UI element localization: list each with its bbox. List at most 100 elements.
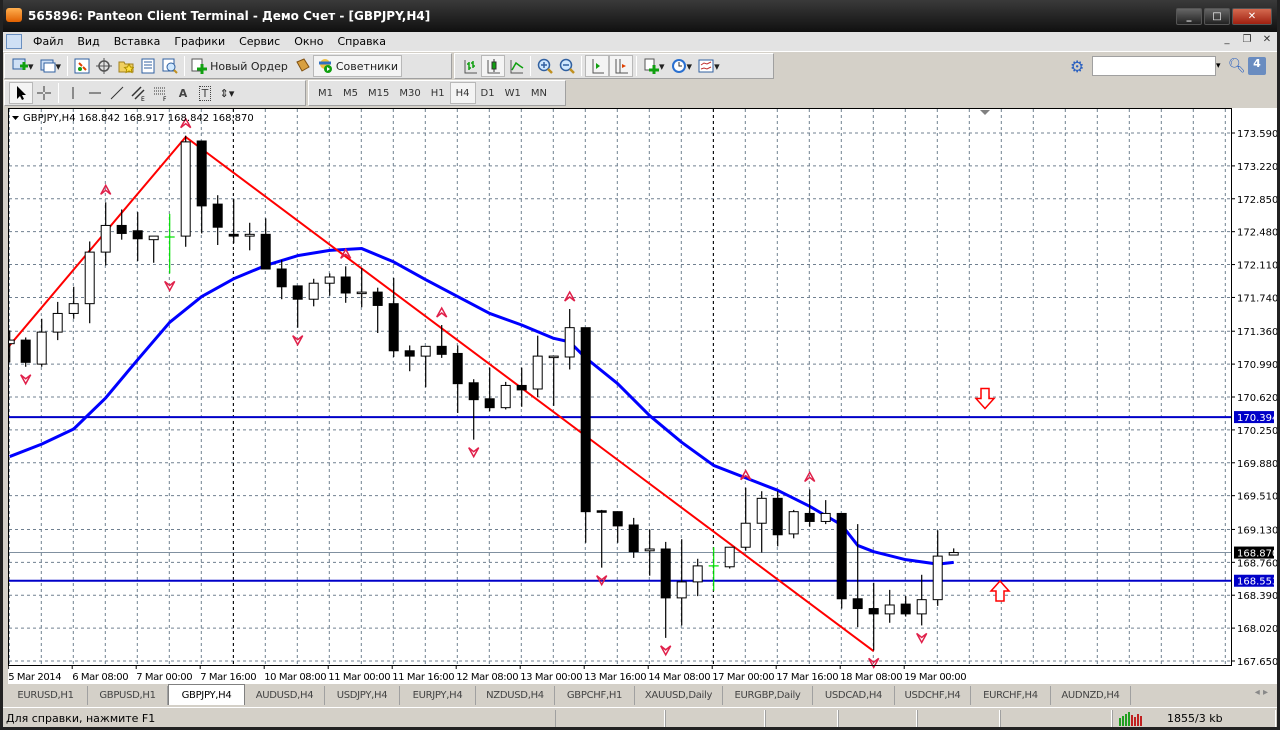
candle-body (820, 512, 831, 522)
chart-tab[interactable]: USDCAD,H4 (813, 686, 895, 705)
expert-advisors-button[interactable]: Советники (312, 55, 403, 77)
price-tick-label: 172.480 (1237, 228, 1278, 239)
candle-body (804, 512, 815, 522)
mdi-restore-icon[interactable]: ❐ (1240, 34, 1254, 48)
candle (788, 509, 799, 539)
menu-insert[interactable]: Вставка (107, 35, 168, 48)
text-label-button[interactable]: T (194, 82, 216, 104)
chart-shift-button[interactable] (609, 55, 633, 77)
menu-help[interactable]: Справка (330, 35, 392, 48)
minimize-button[interactable]: _ (1176, 8, 1202, 25)
period-h1[interactable]: H1 (426, 82, 450, 104)
templates-button[interactable]: ▾ (695, 55, 723, 77)
chart-tab[interactable]: USDJPY,H4 (325, 686, 400, 705)
period-m5[interactable]: M5 (338, 82, 363, 104)
candle-body (836, 512, 847, 600)
zoom-in-icon (537, 58, 553, 74)
vertical-line-button[interactable] (62, 82, 84, 104)
arrows-icon: ⇕▾ (219, 86, 235, 100)
period-m15[interactable]: M15 (363, 82, 394, 104)
zoom-out-icon (559, 58, 575, 74)
chart-tab[interactable]: GBPUSD,H1 (88, 686, 168, 705)
profiles-button[interactable]: ▾ (37, 55, 65, 77)
tab-scroll-arrows-icon[interactable]: ◂ ▸ (1255, 687, 1268, 698)
period-m30[interactable]: M30 (394, 82, 425, 104)
period-h4[interactable]: H4 (449, 82, 476, 104)
menu-charts[interactable]: Графики (167, 35, 232, 48)
chart-tab[interactable]: XAUUSD,Daily (635, 686, 723, 705)
settings-gear-icon[interactable]: ⚙ (1070, 57, 1092, 76)
new-chart-button[interactable]: ▾ (9, 55, 37, 77)
line-chart-button[interactable] (505, 55, 527, 77)
trendline-button[interactable] (106, 82, 128, 104)
chart-tab[interactable]: AUDUSD,H4 (245, 686, 325, 705)
menu-window[interactable]: Окно (287, 35, 330, 48)
candlestick-chart-button[interactable] (481, 55, 505, 77)
status-help: Для справки, нажмите F1 (6, 712, 156, 725)
candle-body (372, 291, 383, 306)
price-tag: 168.870 (1237, 549, 1278, 560)
chart-tab[interactable]: USDCHF,H4 (895, 686, 971, 705)
menu-view[interactable]: Вид (70, 35, 106, 48)
mdi-close-icon[interactable]: ✕ (1260, 34, 1274, 48)
menu-tools[interactable]: Сервис (232, 35, 287, 48)
candle (836, 512, 847, 609)
new-order-button[interactable]: Новый Ордер (188, 55, 291, 77)
candle-body (388, 303, 399, 352)
period-m1[interactable]: M1 (313, 82, 338, 104)
strategy-tester-button[interactable] (159, 55, 181, 77)
period-w1[interactable]: W1 (500, 82, 526, 104)
auto-scroll-button[interactable] (585, 55, 609, 77)
time-tick-label: 14 Mar 08:00 (648, 672, 710, 683)
zoom-out-button[interactable] (556, 55, 578, 77)
horizontal-line-button[interactable] (84, 82, 106, 104)
mdi-minimize-icon[interactable]: _ (1220, 34, 1234, 48)
arrows-button[interactable]: ⇕▾ (216, 82, 238, 104)
chart-tab[interactable]: NZDUSD,H4 (476, 686, 555, 705)
crosshair-button[interactable] (33, 82, 55, 104)
market-watch-button[interactable] (71, 55, 93, 77)
candle-body (420, 345, 431, 357)
chart-tab[interactable]: GBPCHF,H1 (555, 686, 635, 705)
folder-star-icon (118, 61, 135, 74)
charts-toolbar: ▾ ▾ ▾ (454, 53, 774, 79)
chart-tab[interactable]: AUDNZD,H4 (1051, 686, 1131, 705)
chart-tab[interactable]: EURGBP,Daily (723, 686, 813, 705)
terminal-button[interactable] (137, 55, 159, 77)
periods-button[interactable]: ▾ (668, 55, 696, 77)
chart-window-icon[interactable] (6, 34, 22, 49)
search-dropdown-icon[interactable]: ▾ (1216, 61, 1228, 71)
price-tick-label: 168.020 (1237, 624, 1278, 635)
time-tick-label: 18 Mar 08:00 (840, 672, 902, 683)
chart-tab[interactable]: EURJPY,H4 (400, 686, 476, 705)
connection-status-icon (1119, 712, 1142, 726)
price-chart[interactable]: 173.590 173.220 172.850 172.480 172.110 171.7… (8, 108, 1280, 684)
chat-badge[interactable]: 4 (1248, 57, 1266, 75)
chart-tab[interactable]: EURUSD,H1 (4, 686, 88, 705)
close-button[interactable]: ✕ (1232, 8, 1272, 25)
search-input[interactable] (1092, 56, 1216, 76)
fibonacci-icon: F (154, 87, 167, 101)
period-mn[interactable]: MN (526, 82, 552, 104)
zoom-in-button[interactable] (534, 55, 556, 77)
fibonacci-button[interactable]: F (150, 82, 172, 104)
maximize-button[interactable]: □ (1204, 8, 1230, 25)
data-window-button[interactable] (93, 55, 115, 77)
menu-file[interactable]: Файл (26, 35, 70, 48)
chart-tab[interactable]: EURCHF,H4 (971, 686, 1051, 705)
search-button[interactable]: 🔍︎ (1228, 58, 1248, 74)
cursor-button[interactable] (9, 82, 33, 104)
navigator-button[interactable] (115, 55, 137, 77)
price-tick-label: 171.360 (1237, 327, 1278, 338)
chart-tab[interactable]: GBPJPY,H4 (168, 684, 245, 705)
period-d1[interactable]: D1 (476, 82, 500, 104)
candle-body (932, 555, 943, 601)
indicators-button[interactable]: ▾ (640, 55, 668, 77)
equidistant-channel-button[interactable]: E (128, 82, 150, 104)
text-button[interactable]: A (172, 82, 194, 104)
vertical-line-icon (72, 87, 74, 99)
bar-chart-button[interactable] (459, 55, 481, 77)
crosshair-icon (96, 58, 113, 74)
candle (20, 337, 31, 367)
metaeditor-button[interactable] (291, 55, 313, 77)
